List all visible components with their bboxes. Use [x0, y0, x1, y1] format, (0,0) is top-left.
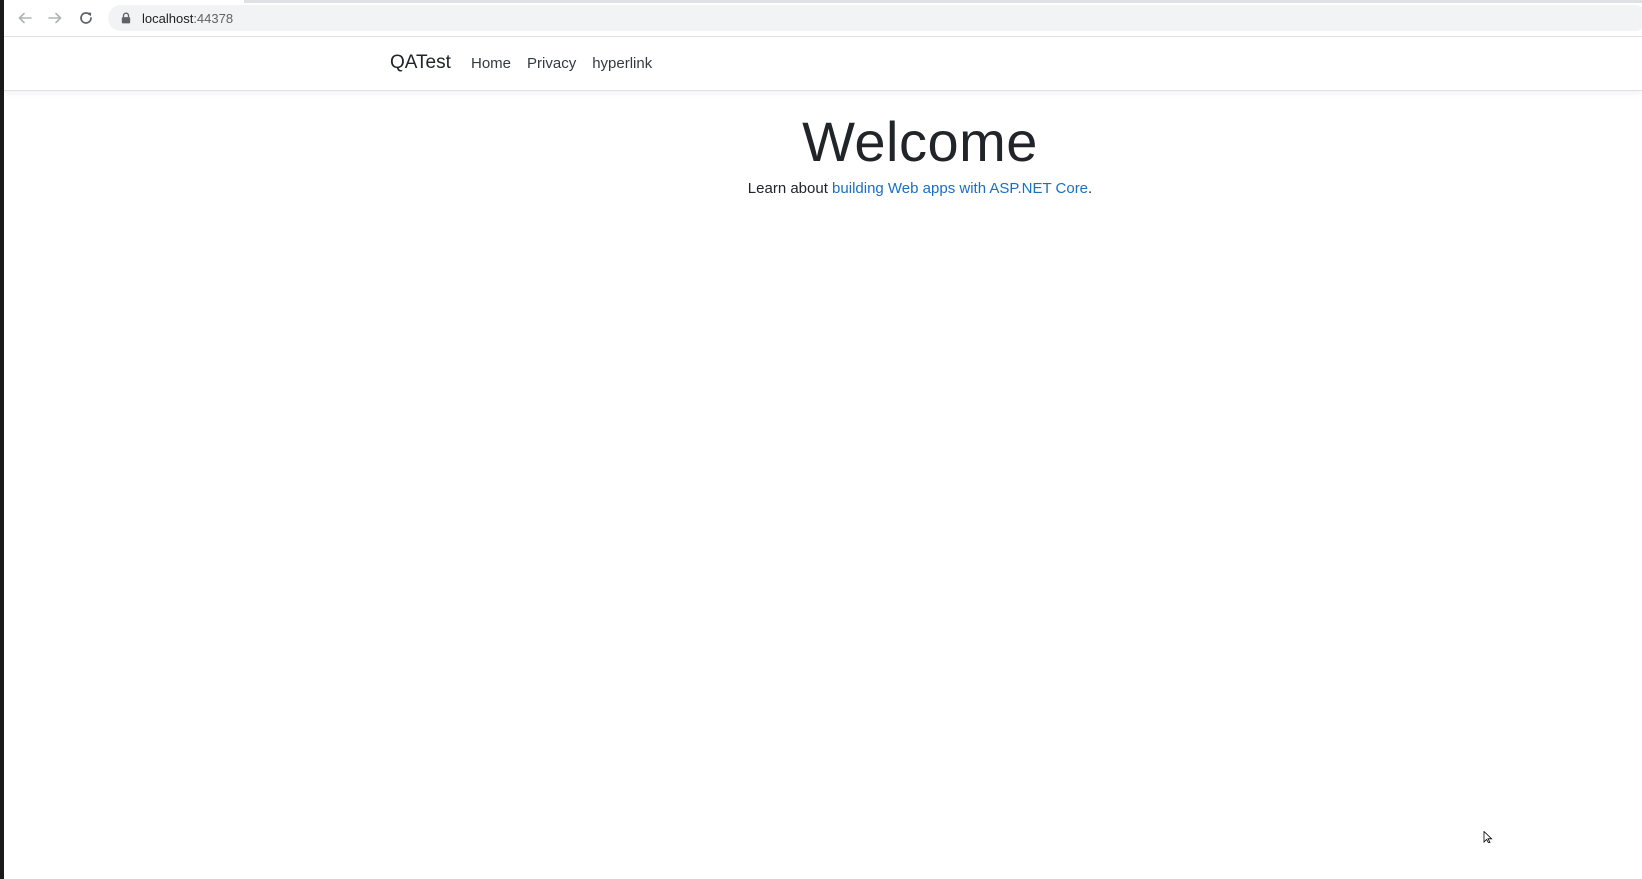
- lock-icon[interactable]: [120, 11, 132, 25]
- learn-suffix: .: [1088, 180, 1093, 197]
- tab-strip-active: [4, 0, 244, 2]
- brand-link[interactable]: QATest: [390, 52, 451, 74]
- screen: localhost:44378 QATest Home Privacy hype…: [0, 0, 1642, 879]
- browser-toolbar: localhost:44378: [4, 0, 1642, 37]
- reload-button[interactable]: [74, 7, 98, 29]
- docs-link[interactable]: building Web apps with ASP.NET Core: [832, 180, 1088, 197]
- forward-button[interactable]: [43, 7, 67, 29]
- arrow-left-icon: [18, 12, 32, 24]
- url-port: :44378: [193, 10, 234, 26]
- arrow-right-icon: [48, 12, 62, 24]
- reload-icon: [80, 12, 92, 24]
- site-navbar: QATest Home Privacy hyperlink: [4, 37, 1642, 91]
- nav-link-privacy[interactable]: Privacy: [519, 55, 584, 72]
- page-title: Welcome: [802, 110, 1038, 173]
- address-bar[interactable]: localhost:44378: [108, 5, 1642, 31]
- tab-strip: [244, 0, 1642, 3]
- nav-link-hyperlink[interactable]: hyperlink: [584, 55, 660, 72]
- nav-links: Home Privacy hyperlink: [471, 55, 660, 72]
- learn-prefix: Learn about: [747, 180, 833, 197]
- learn-paragraph: Learn about building Web apps with ASP.N…: [4, 180, 1642, 197]
- url-host: localhost: [142, 10, 194, 26]
- back-button[interactable]: [13, 7, 37, 29]
- url-text[interactable]: localhost:44378: [142, 11, 233, 26]
- mouse-cursor-icon: [1483, 831, 1493, 843]
- nav-link-home[interactable]: Home: [471, 55, 519, 72]
